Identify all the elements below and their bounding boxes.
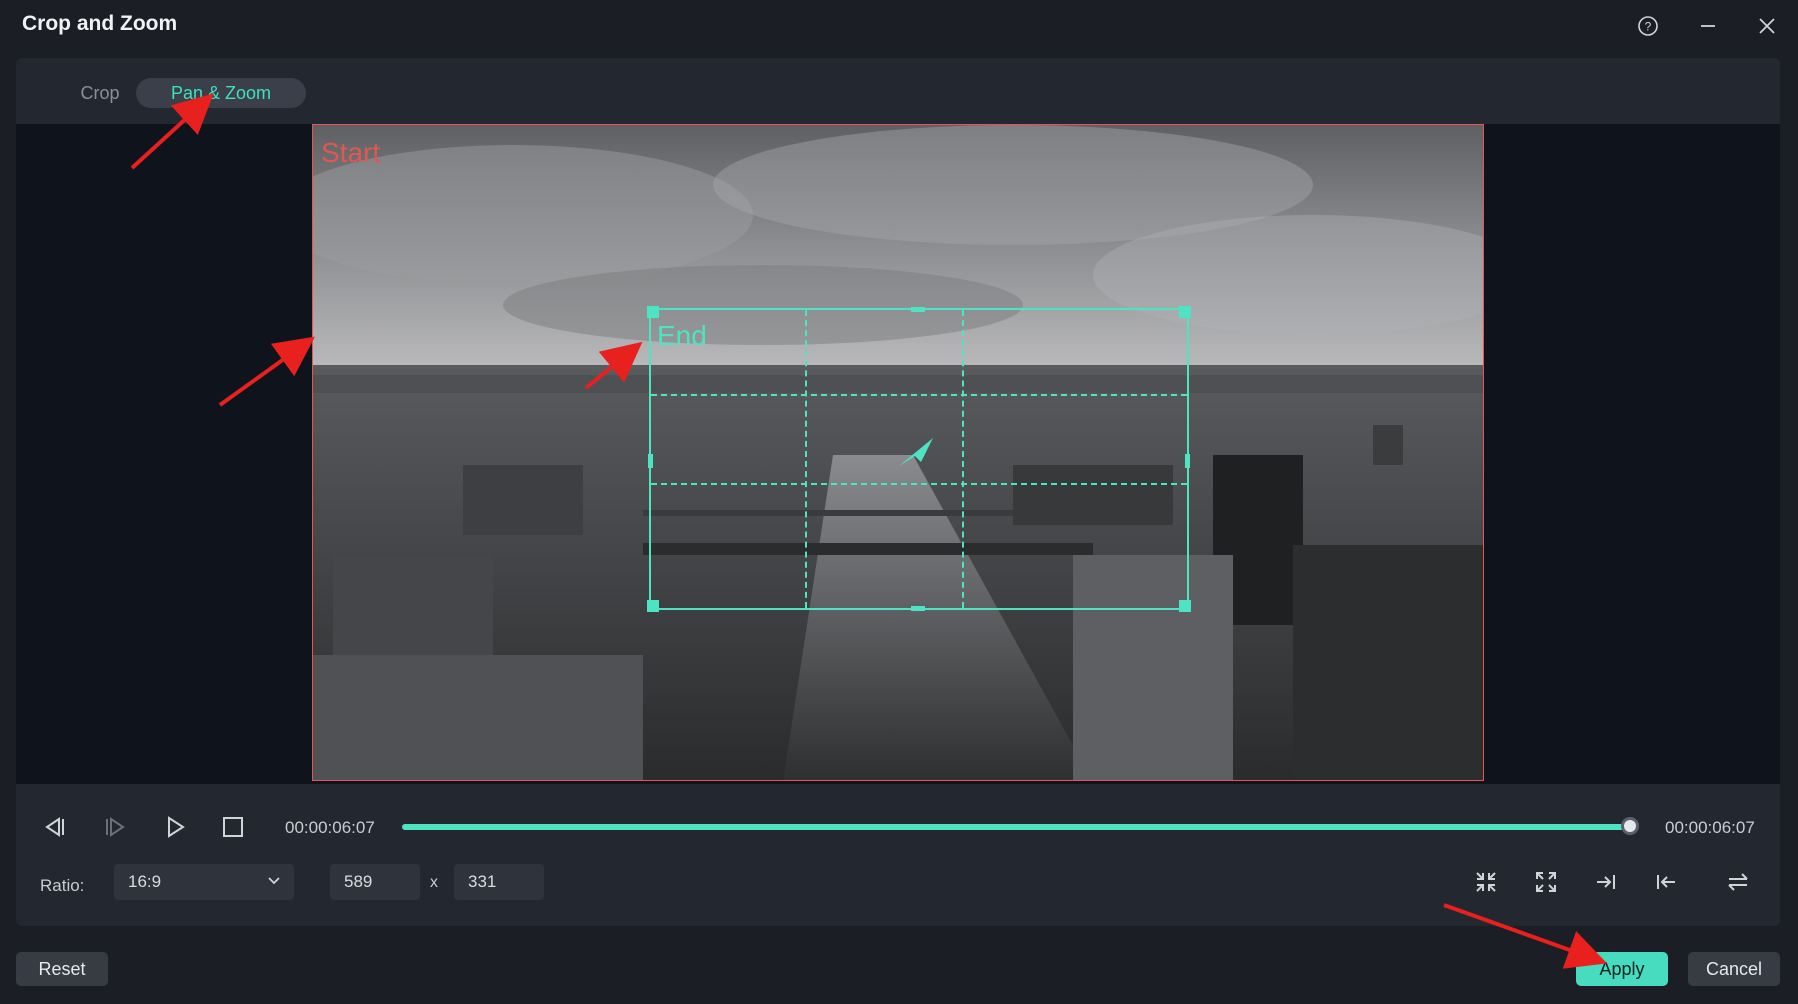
total-time: 00:00:06:07	[1665, 818, 1755, 837]
tab-pan-zoom[interactable]: Pan & Zoom	[136, 78, 306, 108]
width-field[interactable]: 589	[330, 864, 420, 900]
resize-handle-bottom[interactable]	[911, 606, 925, 611]
grid-guide-horizontal	[651, 394, 1187, 396]
grid-guide-horizontal	[651, 483, 1187, 485]
next-frame-icon[interactable]	[100, 812, 130, 842]
set-end-icon[interactable]	[1588, 864, 1624, 900]
current-time: 00:00:06:07	[285, 818, 375, 837]
control-panel: 00:00:06:07 00:00:06:07 Ratio: 16:9 589 …	[16, 784, 1780, 926]
window-title: Crop and Zoom	[22, 12, 178, 35]
reset-button[interactable]: Reset	[16, 952, 108, 986]
resize-handle-top[interactable]	[911, 307, 925, 312]
cancel-button[interactable]: Cancel	[1688, 952, 1780, 986]
apply-button[interactable]: Apply	[1576, 952, 1668, 986]
start-label: Start	[321, 137, 381, 168]
preview-stage: Start End	[16, 124, 1780, 784]
minimize-icon[interactable]	[1690, 10, 1726, 42]
end-label: End	[657, 320, 707, 351]
timeline-scrubber[interactable]	[1621, 817, 1639, 835]
set-start-icon[interactable]	[1648, 864, 1684, 900]
fill-outward-icon[interactable]	[1528, 864, 1564, 900]
close-icon[interactable]	[1749, 10, 1785, 42]
grid-guide-vertical	[962, 310, 964, 608]
resize-handle-right[interactable]	[1185, 454, 1190, 468]
resize-handle-top-right[interactable]	[1179, 306, 1191, 318]
play-icon[interactable]	[160, 812, 190, 842]
tab-bar: Crop Pan & Zoom	[16, 58, 1780, 124]
end-frame-box[interactable]: End	[647, 306, 1191, 612]
resize-handle-top-left[interactable]	[647, 306, 659, 318]
resize-handle-bottom-left[interactable]	[647, 600, 659, 612]
resize-handle-left[interactable]	[648, 454, 653, 468]
chevron-down-icon	[268, 877, 280, 885]
fit-inward-icon[interactable]	[1468, 864, 1504, 900]
title-bar: Crop and Zoom ?	[0, 0, 1798, 56]
swap-icon[interactable]	[1720, 864, 1756, 900]
ratio-select[interactable]: 16:9	[114, 864, 294, 900]
help-icon[interactable]: ?	[1630, 10, 1666, 42]
svg-text:?: ?	[1645, 20, 1652, 34]
grid-guide-vertical	[805, 310, 807, 608]
ratio-select-value: 16:9	[128, 872, 162, 891]
ratio-label: Ratio:	[40, 876, 85, 895]
height-field[interactable]: 331	[454, 864, 544, 900]
pan-direction-icon	[899, 438, 933, 466]
previous-frame-icon[interactable]	[40, 812, 70, 842]
resize-handle-bottom-right[interactable]	[1179, 600, 1191, 612]
video-preview[interactable]: Start End	[312, 124, 1484, 781]
stop-icon[interactable]	[218, 812, 248, 842]
dimension-separator: x	[430, 874, 438, 891]
timeline-progress[interactable]	[402, 824, 1630, 830]
